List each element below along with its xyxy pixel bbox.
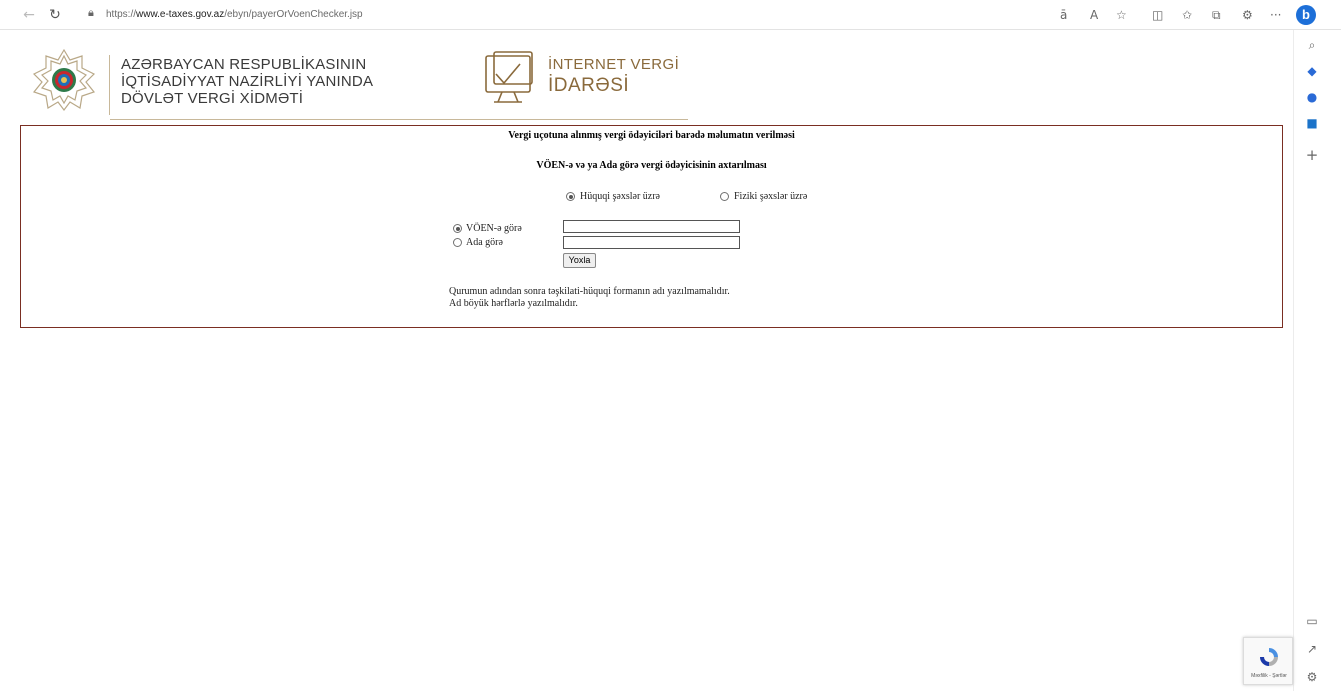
radio-search-by-voen-label: VÖEN-ə görə: [466, 223, 522, 234]
more-icon[interactable]: ···: [1270, 6, 1281, 24]
lock-icon[interactable]: 🔒︎: [88, 6, 94, 20]
recaptcha-terms[interactable]: Məxfilik - Şərtlər: [1246, 673, 1292, 679]
bing-chat-icon[interactable]: b: [1296, 5, 1316, 25]
add-icon[interactable]: +: [1303, 146, 1321, 164]
tools-icon[interactable]: ●: [1303, 88, 1321, 106]
extensions-icon[interactable]: ⚙: [1242, 6, 1253, 24]
org-name-line1: AZƏRBAYCAN RESPUBLİKASININ: [121, 56, 367, 73]
url-domain: www.e-taxes.gov.az: [136, 9, 225, 20]
radio-search-by-name[interactable]: [453, 238, 462, 247]
radio-legal-entities[interactable]: [566, 192, 575, 201]
browser-toolbar: ← ↻ 🔒︎ https://www.e-taxes.gov.az/ebyn/p…: [0, 0, 1341, 30]
recaptcha-badge[interactable]: Məxfilik - Şərtlər: [1243, 637, 1293, 685]
collections-icon[interactable]: ⧉: [1212, 6, 1221, 24]
org-name-line3: DÖVLƏT VERGİ XİDMƏTİ: [121, 90, 304, 107]
favorite-icon[interactable]: ☆: [1116, 6, 1127, 24]
shopping-icon[interactable]: ◆: [1303, 62, 1321, 80]
header-rule: [110, 119, 688, 120]
check-button[interactable]: Yoxla: [563, 253, 596, 268]
read-aloud-icon[interactable]: A: [1090, 6, 1098, 24]
recaptcha-icon: [1260, 648, 1278, 666]
translate-icon[interactable]: ā: [1060, 6, 1067, 24]
split-screen-icon[interactable]: ◫: [1152, 6, 1163, 24]
url-prefix: https://: [106, 9, 137, 20]
sidebar-toggle-icon[interactable]: ▭: [1303, 612, 1321, 630]
settings-icon[interactable]: ⚙: [1303, 668, 1321, 686]
radio-physical-persons-label: Fiziki şəxslər üzrə: [734, 191, 808, 202]
state-emblem-icon: [32, 48, 96, 111]
org-name-line2: İQTİSADİYYAT NAZİRLİYİ YANINDA: [121, 73, 374, 90]
header-divider: [109, 55, 110, 115]
favorites-bar-icon[interactable]: ✩: [1182, 6, 1192, 24]
external-link-icon[interactable]: ↗: [1303, 640, 1321, 658]
refresh-icon[interactable]: ↻: [46, 6, 64, 24]
ivi-title-line2: İDARƏSİ: [548, 75, 630, 96]
back-icon[interactable]: ←: [20, 6, 38, 24]
outlook-icon[interactable]: ■: [1303, 114, 1321, 132]
name-input[interactable]: [563, 236, 740, 249]
radio-legal-entities-label: Hüquqi şəxslər üzrə: [580, 191, 660, 202]
note-line2: Ad böyük hərflərlə yazılmalıdır.: [449, 298, 578, 309]
voen-input[interactable]: [563, 220, 740, 233]
radio-search-by-name-label: Ada görə: [466, 237, 503, 248]
form-subtitle: VÖEN-ə və ya Ada görə vergi ödəyicisinin…: [536, 160, 767, 171]
ivi-title-line1: İNTERNET VERGİ: [548, 56, 680, 73]
monitor-check-icon: [485, 51, 533, 103]
form-title: Vergi uçotuna alınmış vergi ödəyiciləri …: [508, 130, 795, 141]
radio-physical-persons[interactable]: [720, 192, 729, 201]
radio-search-by-voen[interactable]: [453, 224, 462, 233]
url-path: /ebyn/payerOrVoenChecker.jsp: [224, 9, 363, 20]
note-line1: Qurumun adından sonra təşkilati-hüquqi f…: [449, 286, 730, 297]
address-bar[interactable]: https://www.e-taxes.gov.az/ebyn/payerOrV…: [106, 6, 363, 24]
search-icon[interactable]: ⌕: [1303, 36, 1321, 54]
